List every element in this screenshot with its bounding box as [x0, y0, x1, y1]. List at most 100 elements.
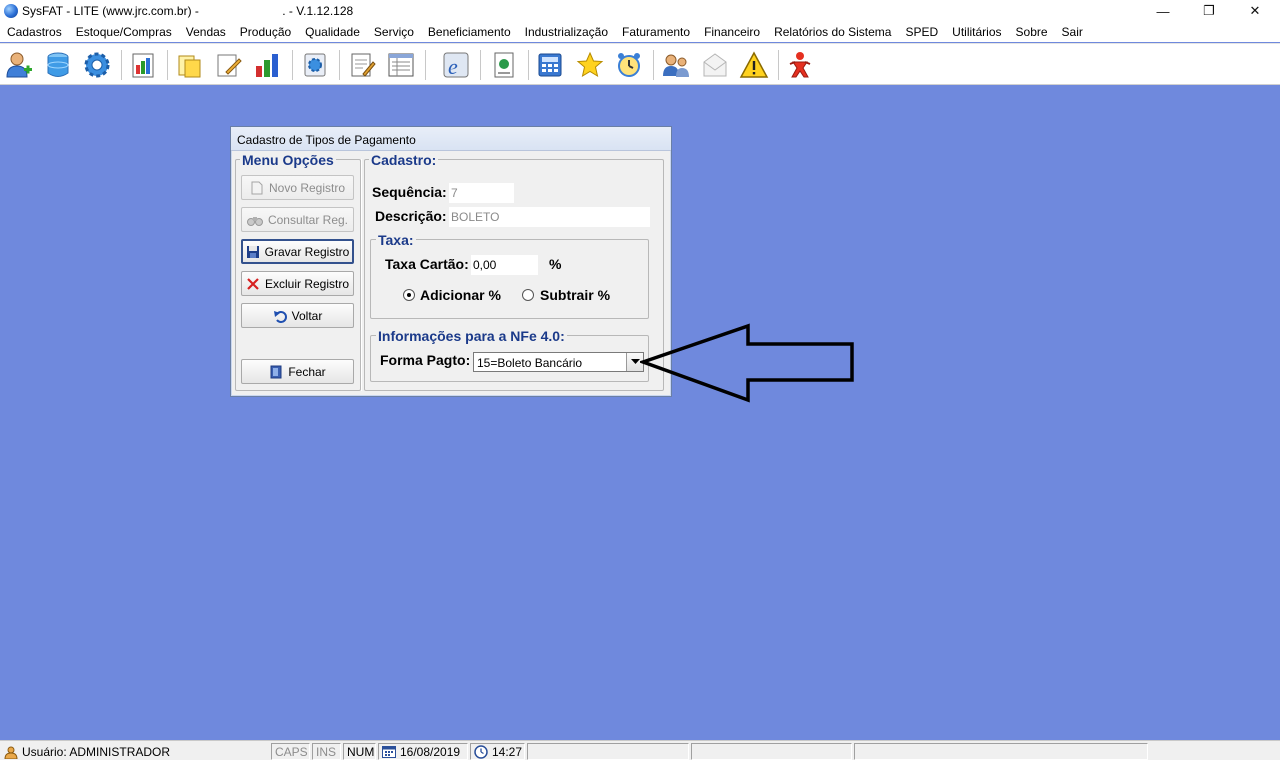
save-record-button[interactable]: Gravar Registro	[241, 239, 354, 264]
description-field[interactable]: BOLETO	[449, 207, 650, 227]
menu-producao[interactable]: Produção	[240, 25, 291, 39]
menu-vendas[interactable]: Vendas	[186, 25, 226, 39]
menu-estoque-compras[interactable]: Estoque/Compras	[76, 25, 172, 39]
window-title: SysFAT - LITE (www.jrc.com.br) - . - V.1…	[22, 4, 354, 18]
status-ins: INS	[312, 743, 341, 760]
menu-options-legend: Menu Opções	[240, 152, 336, 168]
title-bar: SysFAT - LITE (www.jrc.com.br) - . - V.1…	[0, 0, 1280, 22]
svg-text:e: e	[448, 54, 458, 79]
nfe-legend: Informações para a NFe 4.0:	[376, 328, 567, 344]
menu-utilitarios[interactable]: Utilitários	[952, 25, 1001, 39]
menu-relatorios[interactable]: Relatórios do Sistema	[774, 25, 891, 39]
payment-form-select[interactable]: 15=Boleto Bancário	[473, 352, 644, 372]
query-record-label: Consultar Reg.	[267, 212, 349, 227]
menu-faturamento[interactable]: Faturamento	[622, 25, 690, 39]
menu-qualidade[interactable]: Qualidade	[305, 25, 360, 39]
app-globe-icon	[4, 4, 18, 18]
certificate-icon[interactable]	[489, 50, 519, 80]
gear-icon[interactable]	[82, 50, 112, 80]
status-bar: Usuário: ADMINISTRADOR CAPS INS NUM 16/0…	[0, 740, 1280, 760]
status-time-label: 14:27	[492, 744, 523, 759]
minimize-button[interactable]: —	[1140, 0, 1186, 22]
binoculars-icon	[246, 216, 263, 226]
delete-x-icon	[247, 277, 259, 290]
status-date-label: 16/08/2019	[400, 744, 461, 759]
folder-icon[interactable]	[175, 50, 205, 80]
new-record-label: Novo Registro	[268, 180, 346, 195]
menu-sair[interactable]: Sair	[1062, 25, 1083, 39]
user-icon	[4, 746, 18, 759]
report-chart-icon[interactable]	[128, 50, 158, 80]
payment-form-value: 15=Boleto Bancário	[477, 356, 583, 370]
dialog-title: Cadastro de Tipos de Pagamento	[231, 127, 671, 151]
status-panel-empty-1	[527, 743, 689, 760]
query-record-button[interactable]: Consultar Reg.	[241, 207, 354, 232]
status-user: Usuário: ADMINISTRADOR	[1, 743, 269, 760]
logout-icon[interactable]	[785, 50, 815, 80]
status-time: 14:27	[470, 743, 525, 760]
status-user-label: Usuário: ADMINISTRADOR	[22, 744, 171, 759]
add-percent-radio[interactable]	[403, 289, 415, 301]
fee-group	[370, 239, 649, 319]
menu-sobre[interactable]: Sobre	[1016, 25, 1048, 39]
menu-beneficiamento[interactable]: Beneficiamento	[428, 25, 511, 39]
star-icon[interactable]	[575, 50, 605, 80]
payment-type-dialog: Cadastro de Tipos de Pagamento Menu Opçõ…	[230, 126, 672, 397]
card-fee-label: Taxa Cartão:	[385, 256, 469, 272]
delete-record-label: Excluir Registro	[264, 276, 350, 291]
subtract-percent-label: Subtrair %	[540, 287, 611, 303]
menu-servico[interactable]: Serviço	[374, 25, 414, 39]
fee-legend: Taxa:	[376, 232, 416, 248]
notepad-icon[interactable]	[347, 50, 377, 80]
menu-cadastros[interactable]: Cadastros	[7, 25, 62, 39]
users-chat-icon[interactable]	[661, 50, 691, 80]
save-record-label: Gravar Registro	[264, 244, 350, 259]
user-add-icon[interactable]	[4, 50, 34, 80]
description-label: Descrição:	[375, 208, 447, 224]
close-button[interactable]: ✕	[1232, 0, 1278, 22]
edit-document-icon[interactable]	[214, 50, 244, 80]
group-divider	[361, 159, 362, 391]
bar-chart-icon[interactable]	[253, 50, 283, 80]
restore-button[interactable]: ❐	[1186, 0, 1232, 22]
list-form-icon[interactable]	[386, 50, 416, 80]
mail-icon[interactable]	[700, 50, 730, 80]
calendar-icon	[382, 746, 396, 758]
new-document-icon	[251, 181, 263, 194]
register-legend: Cadastro:	[369, 152, 439, 168]
calculator-icon[interactable]	[535, 50, 565, 80]
menu-bar: Cadastros Estoque/Compras Vendas Produçã…	[0, 22, 1280, 42]
status-panel-empty-2	[691, 743, 852, 760]
status-caps: CAPS	[271, 743, 310, 760]
close-dialog-button[interactable]: Fechar	[241, 359, 354, 384]
close-dialog-label: Fechar	[288, 364, 326, 379]
annotation-arrow-icon	[640, 323, 854, 403]
delete-record-button[interactable]: Excluir Registro	[241, 271, 354, 296]
alarm-clock-icon[interactable]	[614, 50, 644, 80]
subtract-percent-radio[interactable]	[522, 289, 534, 301]
payment-form-label: Forma Pagto:	[380, 352, 471, 368]
menu-sped[interactable]: SPED	[905, 25, 938, 39]
nfe-icon[interactable]: e	[441, 50, 471, 80]
floppy-disk-icon	[246, 245, 259, 258]
settings-document-icon[interactable]	[300, 50, 330, 80]
database-icon[interactable]	[43, 50, 73, 80]
card-fee-field[interactable]: 0,00	[471, 255, 538, 275]
menu-financeiro[interactable]: Financeiro	[704, 25, 760, 39]
status-date: 16/08/2019	[378, 743, 468, 760]
card-fee-unit: %	[549, 256, 562, 272]
sequence-field[interactable]: 7	[449, 183, 514, 203]
add-percent-label: Adicionar %	[420, 287, 501, 303]
status-panel-empty-3	[854, 743, 1148, 760]
sequence-label: Sequência:	[372, 184, 447, 200]
new-record-button[interactable]: Novo Registro	[241, 175, 354, 200]
status-num: NUM	[343, 743, 376, 760]
undo-arrow-icon	[273, 310, 287, 323]
menu-industrializacao[interactable]: Industrialização	[525, 25, 608, 39]
toolbar: e	[0, 43, 1280, 85]
warning-icon[interactable]	[739, 50, 769, 80]
clock-icon	[474, 744, 488, 759]
back-button[interactable]: Voltar	[241, 303, 354, 328]
exit-door-icon	[270, 365, 282, 378]
app-window: SysFAT - LITE (www.jrc.com.br) - . - V.1…	[0, 0, 1280, 760]
